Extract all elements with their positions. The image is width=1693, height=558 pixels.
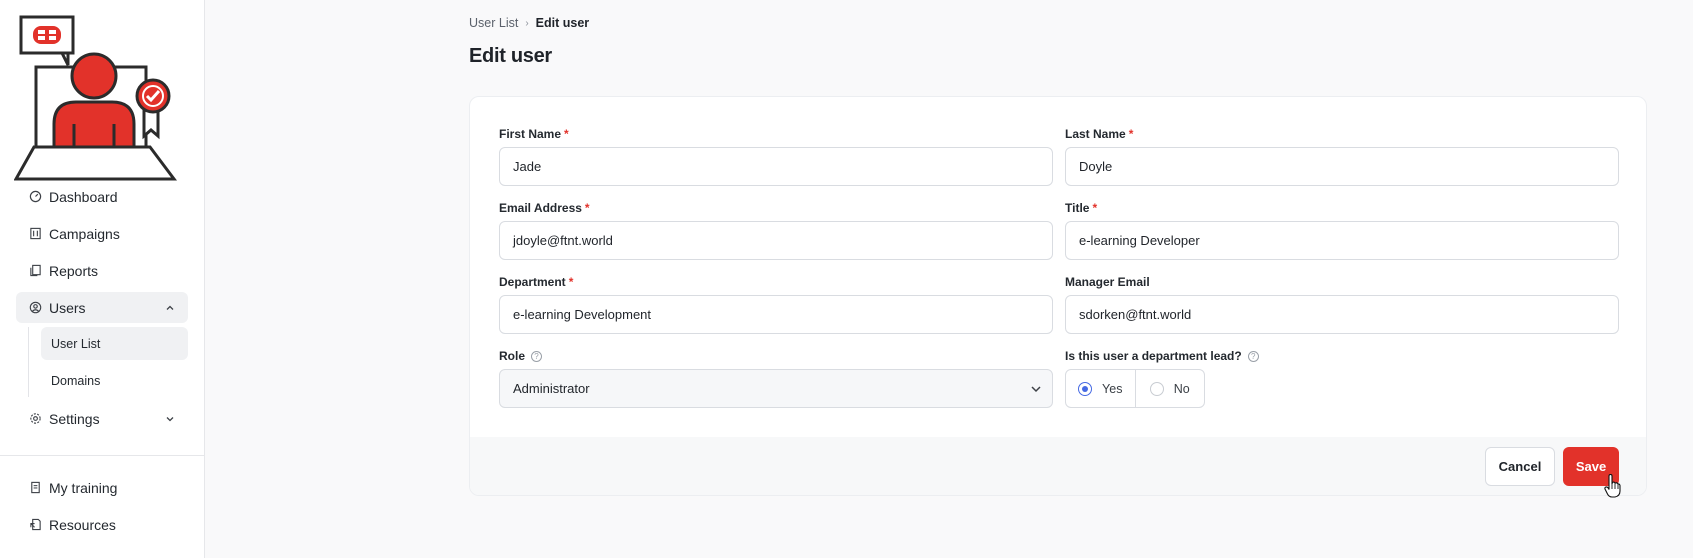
email-label: Email Address * bbox=[499, 201, 590, 215]
role-select-value: Administrator bbox=[513, 381, 590, 396]
first-name-label: First Name * bbox=[499, 127, 569, 141]
department-field-group: Department * e-learning Development bbox=[499, 275, 1053, 334]
email-input[interactable]: jdoyle@ftnt.world bbox=[499, 221, 1053, 260]
sidebar-item-label: Reports bbox=[49, 262, 99, 279]
sidebar: Dashboard Campaigns Reports Users User L… bbox=[0, 0, 205, 558]
last-name-input[interactable]: Doyle bbox=[1065, 147, 1619, 186]
sidebar-item-label: Dashboard bbox=[49, 188, 118, 205]
breadcrumb-current: Edit user bbox=[535, 16, 590, 30]
chevron-down-icon bbox=[164, 413, 176, 425]
radio-no-label: No bbox=[1173, 381, 1190, 396]
page-title: Edit user bbox=[469, 45, 552, 67]
sidebar-item-campaigns[interactable]: Campaigns bbox=[16, 218, 188, 249]
breadcrumb: User List › Edit user bbox=[469, 16, 589, 30]
manager-email-input[interactable]: sdorken@ftnt.world bbox=[1065, 295, 1619, 334]
sidebar-item-users[interactable]: Users bbox=[16, 292, 188, 323]
title-field-group: Title * e-learning Developer bbox=[1065, 201, 1619, 260]
sidebar-item-domains[interactable]: Domains bbox=[41, 364, 188, 397]
chevron-right-icon: › bbox=[525, 17, 529, 29]
department-label: Department * bbox=[499, 275, 574, 289]
dashboard-gauge-icon bbox=[28, 190, 42, 204]
title-label: Title * bbox=[1065, 201, 1098, 215]
chevron-down-icon bbox=[1030, 383, 1042, 395]
sidebar-item-reports[interactable]: Reports bbox=[16, 255, 188, 286]
hand-pointer-cursor-icon bbox=[1604, 474, 1621, 498]
sidebar-item-resources[interactable]: Resources bbox=[16, 509, 188, 540]
last-name-label: Last Name * bbox=[1065, 127, 1134, 141]
manager-email-label: Manager Email bbox=[1065, 275, 1150, 289]
resources-icon bbox=[28, 518, 42, 532]
radio-yes-label: Yes bbox=[1102, 381, 1123, 396]
reports-icon bbox=[28, 264, 42, 278]
sidebar-item-label: Settings bbox=[49, 410, 100, 427]
breadcrumb-parent-link[interactable]: User List bbox=[469, 16, 518, 30]
users-submenu: User List Domains bbox=[28, 327, 188, 397]
department-lead-radio-group: Yes No bbox=[1065, 369, 1205, 408]
sidebar-item-label: My training bbox=[49, 479, 118, 496]
radio-yes[interactable] bbox=[1078, 381, 1093, 396]
department-lead-yes-option[interactable]: Yes bbox=[1066, 370, 1135, 407]
form-footer: Cancel Save bbox=[470, 437, 1646, 495]
email-field-group: Email Address * jdoyle@ftnt.world bbox=[499, 201, 1053, 260]
role-label: Role? bbox=[499, 349, 1053, 363]
department-lead-label: Is this user a department lead?? bbox=[1065, 349, 1619, 363]
manager-email-field-group: Manager Email sdorken@ftnt.world bbox=[1065, 275, 1619, 334]
sidebar-divider bbox=[0, 455, 204, 456]
sidebar-nav: Dashboard Campaigns Reports Users User L… bbox=[16, 181, 188, 440]
training-icon bbox=[28, 481, 42, 495]
first-name-field-group: First Name * Jade bbox=[499, 127, 1053, 186]
campaigns-icon bbox=[28, 227, 42, 241]
cancel-button[interactable]: Cancel bbox=[1485, 447, 1555, 486]
sidebar-bottom-nav: My training Resources bbox=[16, 472, 188, 546]
sidebar-item-user-list[interactable]: User List bbox=[41, 327, 188, 360]
chevron-up-icon bbox=[164, 302, 176, 314]
help-circle-icon[interactable]: ? bbox=[1247, 351, 1259, 362]
role-field-group: Role? Administrator bbox=[499, 349, 1053, 408]
role-select[interactable]: Administrator bbox=[499, 369, 1053, 408]
help-circle-icon[interactable]: ? bbox=[531, 351, 543, 362]
last-name-field-group: Last Name * Doyle bbox=[1065, 127, 1619, 186]
sidebar-item-label: Resources bbox=[49, 516, 116, 533]
sidebar-item-my-training[interactable]: My training bbox=[16, 472, 188, 503]
sidebar-item-settings[interactable]: Settings bbox=[16, 403, 188, 434]
logo bbox=[14, 15, 177, 181]
gear-icon bbox=[28, 412, 42, 426]
department-input[interactable]: e-learning Development bbox=[499, 295, 1053, 334]
first-name-input[interactable]: Jade bbox=[499, 147, 1053, 186]
sidebar-item-label: Campaigns bbox=[49, 225, 120, 242]
user-circle-icon bbox=[28, 301, 42, 315]
department-lead-field-group: Is this user a department lead?? Yes No bbox=[1065, 349, 1619, 408]
sidebar-item-dashboard[interactable]: Dashboard bbox=[16, 181, 188, 212]
sidebar-item-label: Users bbox=[49, 299, 86, 316]
title-input[interactable]: e-learning Developer bbox=[1065, 221, 1619, 260]
edit-user-card: First Name * Jade Last Name * Doyle Email … bbox=[469, 96, 1647, 496]
radio-no[interactable] bbox=[1149, 381, 1164, 396]
department-lead-no-option[interactable]: No bbox=[1134, 370, 1205, 407]
